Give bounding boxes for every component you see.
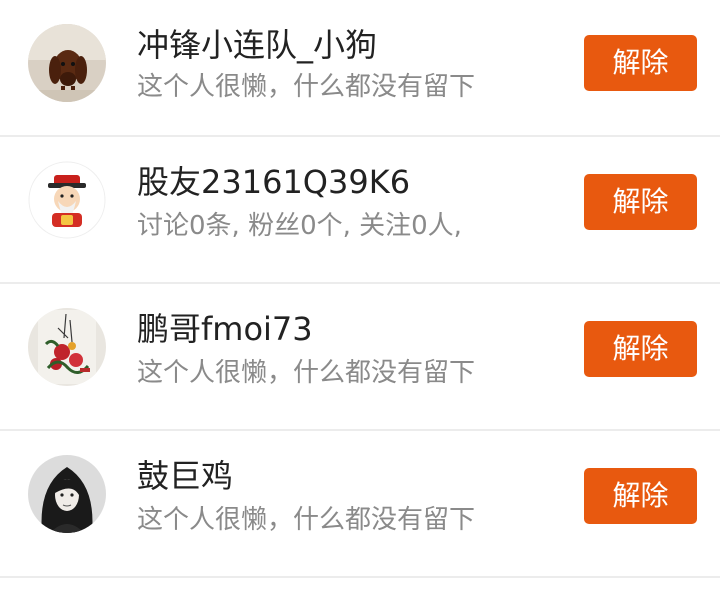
user-name[interactable]: 冲锋小连队_小狗 [137, 25, 377, 65]
user-description: 这个人很懒，什么都没有留下 [137, 505, 476, 535]
user-description: 这个人很懒，什么都没有留下 [137, 72, 476, 102]
remove-button[interactable]: 解除 [584, 174, 697, 230]
fortune-god-cartoon-icon[interactable] [28, 161, 106, 239]
user-name[interactable]: 股友23161Q39K6 [137, 162, 410, 202]
woman-portrait-photo-icon[interactable] [28, 455, 106, 533]
user-description: 讨论0条, 粉丝0个, 关注0人, [137, 211, 462, 241]
user-name[interactable]: 鼓巨鸡 [137, 456, 233, 496]
remove-button[interactable]: 解除 [584, 35, 697, 91]
user-name[interactable]: 鹏哥fmoi73 [137, 309, 313, 349]
list-item[interactable]: 鹏哥fmoi73 这个人很懒，什么都没有留下 解除 [0, 284, 720, 431]
user-description: 这个人很懒，什么都没有留下 [137, 358, 476, 388]
list-item[interactable]: 鼓巨鸡 这个人很懒，什么都没有留下 解除 [0, 431, 720, 578]
dachshund-dog-photo-icon[interactable] [28, 24, 106, 102]
list-item[interactable]: 冲锋小连队_小狗 这个人很懒，什么都没有留下 解除 [0, 0, 720, 137]
flower-painting-icon[interactable] [28, 308, 106, 386]
remove-button[interactable]: 解除 [584, 468, 697, 524]
user-list: 冲锋小连队_小狗 这个人很懒，什么都没有留下 解除 股友23161Q39K6 讨… [0, 0, 720, 578]
remove-button[interactable]: 解除 [584, 321, 697, 377]
list-item[interactable]: 股友23161Q39K6 讨论0条, 粉丝0个, 关注0人, 解除 [0, 137, 720, 284]
